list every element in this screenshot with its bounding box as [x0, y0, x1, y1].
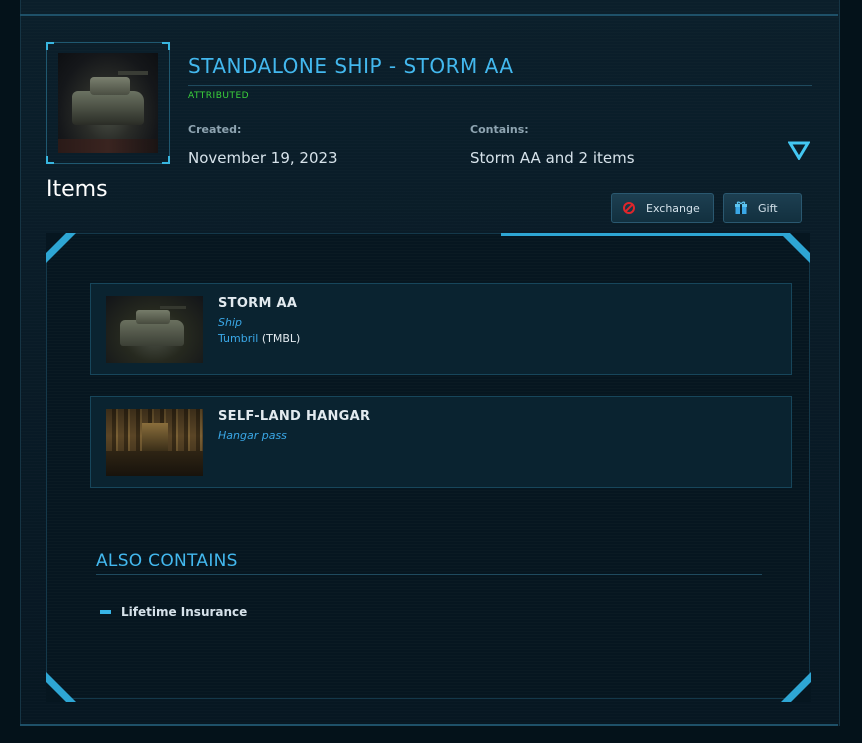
item-type: Hangar pass [218, 429, 287, 442]
list-item[interactable]: STORM AA Ship Tumbril (TMBL) [90, 283, 792, 375]
corner-accent [162, 42, 170, 50]
bottom-divider [20, 724, 838, 726]
also-contains-divider [96, 574, 762, 575]
bullet-icon [100, 610, 111, 614]
image-door [142, 423, 168, 451]
image-floor [106, 451, 203, 476]
exchange-button[interactable]: Exchange [611, 193, 714, 223]
corner-accent [46, 42, 54, 50]
exchange-label: Exchange [646, 201, 700, 215]
created-label: Created: [188, 123, 242, 136]
contains-value: Storm AA and 2 items [470, 149, 635, 167]
triangle-down-icon [787, 141, 811, 161]
image-hull [72, 91, 144, 125]
corner-accent [162, 156, 170, 164]
image-gun [160, 306, 186, 309]
expand-toggle-button[interactable] [787, 140, 811, 161]
pledge-title: STANDALONE SHIP - STORM AA [188, 54, 514, 78]
title-divider [188, 85, 812, 86]
manufacturer-code: (TMBL) [261, 332, 301, 345]
list-item[interactable]: SELF-LAND HANGAR Hangar pass [90, 396, 792, 488]
panel-accent-bar [501, 233, 810, 236]
gift-box-icon [735, 201, 747, 214]
corner-accent [46, 156, 54, 164]
top-divider [20, 14, 838, 16]
corner-triangle-icon [781, 672, 811, 702]
corner-triangle-icon [46, 233, 76, 263]
status-badge: ATTRIBUTED [188, 91, 250, 101]
storm-aa-ship-image [58, 53, 158, 153]
image-turret [90, 77, 130, 95]
gift-button[interactable]: Gift [723, 193, 802, 223]
item-type: Ship [218, 316, 242, 329]
also-contains-item: Lifetime Insurance [121, 605, 248, 619]
contains-label: Contains: [470, 123, 529, 136]
image-turret [136, 310, 170, 324]
item-name: SELF-LAND HANGAR [218, 409, 371, 424]
storm-aa-ship-image [106, 296, 203, 363]
item-manufacturer: Tumbril (TMBL) [218, 332, 300, 345]
item-name: STORM AA [218, 296, 298, 311]
created-value: November 19, 2023 [188, 149, 338, 167]
image-gun [118, 71, 148, 75]
no-entry-icon [623, 202, 635, 214]
pledge-thumbnail[interactable] [46, 42, 170, 164]
manufacturer-name: Tumbril [218, 332, 259, 345]
items-heading: Items [46, 177, 108, 202]
hangar-image [106, 409, 203, 476]
corner-triangle-icon [780, 233, 810, 263]
corner-triangle-icon [46, 672, 76, 702]
image-floor [58, 139, 158, 153]
gift-label: Gift [758, 201, 778, 215]
also-contains-heading: ALSO CONTAINS [96, 551, 238, 571]
